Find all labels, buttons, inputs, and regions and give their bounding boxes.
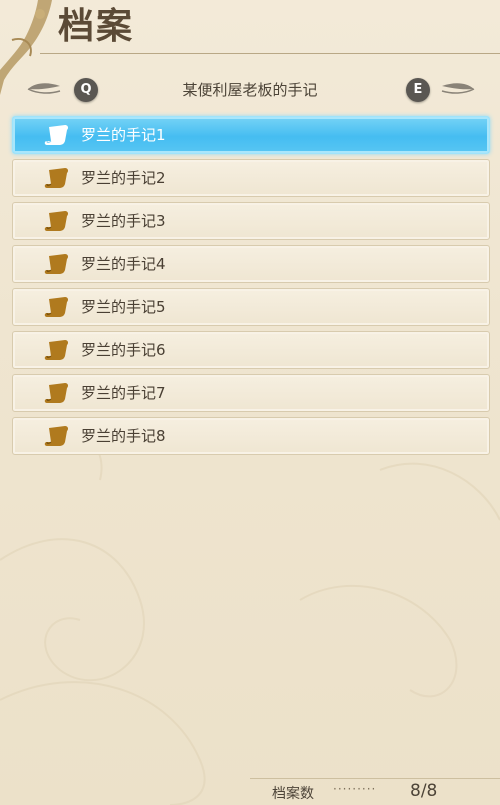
scroll-icon [44,125,69,145]
record-label: 罗兰的手记8 [81,427,166,445]
feather-right-icon [441,83,475,94]
scroll-icon [44,297,69,317]
record-item-8[interactable]: 罗兰的手记8 [12,417,490,455]
title-divider [40,53,500,54]
record-count-label: 档案数 [272,786,314,802]
record-label: 罗兰的手记7 [81,384,166,402]
record-count-value: 8/8 [410,781,438,801]
record-item-2[interactable]: 罗兰的手记2 [12,159,490,197]
record-item-3[interactable]: 罗兰的手记3 [12,202,490,240]
scroll-icon [44,340,69,360]
next-category-button[interactable]: E [406,78,430,102]
record-item-1[interactable]: 罗兰的手记1 [12,116,490,154]
category-nav: Q 某便利屋老板的手记 E [0,72,500,108]
bottom-divider [250,778,500,779]
scroll-icon [44,383,69,403]
page-title: 档案 [58,6,135,47]
scroll-icon [44,168,69,188]
record-label: 罗兰的手记2 [81,169,166,187]
prev-category-button[interactable]: Q [74,78,98,102]
record-label: 罗兰的手记1 [81,126,166,144]
record-count-bar: 档案数 ········· 8/8 [0,778,500,805]
record-label: 罗兰的手记3 [81,212,166,230]
record-label: 罗兰的手记5 [81,298,166,316]
scroll-icon [44,211,69,231]
record-label: 罗兰的手记6 [81,341,166,359]
scroll-icon [44,254,69,274]
record-item-7[interactable]: 罗兰的手记7 [12,374,490,412]
dotted-leader: ········· [333,782,377,796]
category-title: 某便利屋老板的手记 [182,81,318,99]
record-label: 罗兰的手记4 [81,255,166,273]
record-list: 罗兰的手记1 罗兰的手记2 罗兰的手记3 罗兰的手记4 罗兰的手记5 罗兰的手记… [12,116,490,460]
record-item-4[interactable]: 罗兰的手记4 [12,245,490,283]
feather-left-icon [27,83,61,94]
record-item-5[interactable]: 罗兰的手记5 [12,288,490,326]
header: 档案 [0,0,500,95]
record-item-6[interactable]: 罗兰的手记6 [12,331,490,369]
scroll-icon [44,426,69,446]
